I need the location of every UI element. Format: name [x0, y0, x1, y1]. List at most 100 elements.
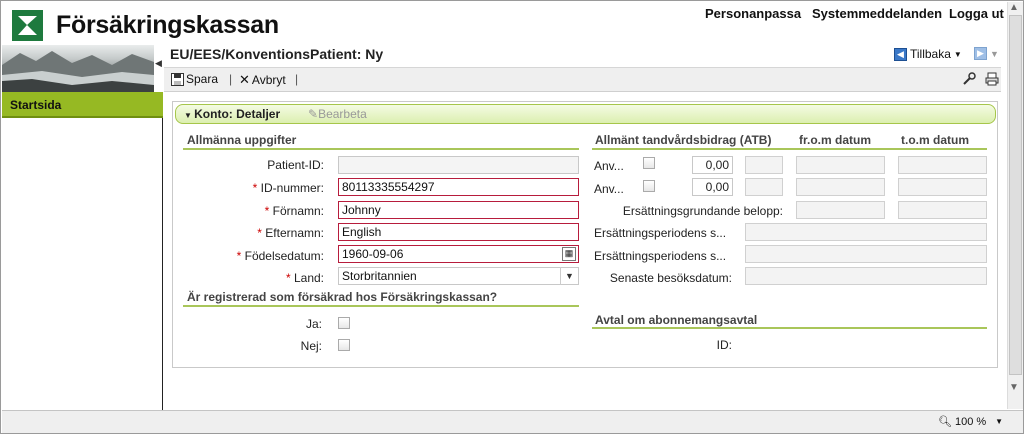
last-name-label: * Efternamn: — [187, 226, 324, 240]
cancel-button[interactable]: ✕ Avbryt — [239, 72, 286, 88]
yes-label: Ja: — [305, 317, 322, 331]
edit-button[interactable]: ✎Bearbeta — [308, 107, 367, 121]
last-visit-label: Senaste besöksdatum: — [609, 271, 732, 285]
to-date-heading: t.o.m datum — [901, 133, 969, 147]
birth-date-label: * Födelsedatum: — [187, 249, 324, 263]
back-arrow-icon: ◀ — [894, 47, 907, 61]
id-number-field[interactable]: 80113335554297 — [338, 178, 579, 196]
last-name-field[interactable]: English — [338, 223, 579, 241]
atb-row1-from-date[interactable] — [796, 156, 885, 174]
required-mark: * — [257, 226, 262, 240]
tools-icon[interactable] — [962, 72, 976, 89]
scroll-up-icon[interactable]: ▲ — [1009, 2, 1019, 13]
calendar-icon[interactable]: ▦ — [562, 247, 576, 261]
chevron-down-icon: ▼ — [995, 417, 1004, 426]
pencil-icon: ✎ — [308, 107, 319, 121]
last-visit-field[interactable] — [745, 267, 987, 285]
country-label: * Land: — [187, 271, 324, 285]
period-end-label: Ersättningsperiodens s... — [594, 249, 727, 263]
cancel-button-label: Avbryt — [251, 73, 286, 87]
systemmeddelanden-link[interactable]: Systemmeddelanden — [812, 6, 942, 21]
atb-section-heading: Allmänt tandvårdsbidrag (ATB) — [595, 133, 772, 147]
subscription-section-heading: Avtal om abonnemangsavtal — [595, 313, 758, 327]
save-icon — [171, 72, 184, 86]
chevron-down-icon: ▼ — [990, 48, 999, 59]
atb-row2-label: Anv... — [594, 182, 624, 196]
close-icon: ✕ — [239, 72, 250, 87]
section-divider — [592, 327, 987, 329]
period-end-field[interactable] — [745, 245, 987, 263]
back-button-label: Tillbaka — [910, 47, 951, 61]
toolbar-separator: | — [295, 72, 299, 86]
save-button[interactable]: Spara — [171, 72, 218, 86]
last-name-label-text: Efternamn: — [265, 226, 324, 240]
subscription-id-label: ID: — [716, 338, 732, 352]
birth-date-label-text: Födelsedatum: — [244, 249, 324, 263]
atb-row2-to-date[interactable] — [898, 178, 987, 196]
collapse-caret-icon: ▼ — [184, 111, 195, 120]
atb-row1-checkbox[interactable] — [643, 157, 655, 169]
basis-amount-label: Ersättningsgrundande belopp: — [622, 204, 783, 218]
section-divider — [183, 305, 579, 307]
country-label-text: Land: — [293, 271, 324, 285]
atb-row1-label: Anv... — [594, 159, 624, 173]
id-number-label-text: ID-nummer: — [260, 181, 324, 195]
country-select[interactable]: Storbritannien — [338, 267, 579, 285]
toolbar — [164, 67, 1001, 92]
atb-row2-field[interactable] — [745, 178, 783, 196]
logout-link[interactable]: Logga ut — [949, 6, 1004, 21]
period-start-label: Ersättningsperiodens s... — [594, 226, 727, 240]
brand-name: Försäkringskassan — [56, 11, 279, 39]
required-mark: * — [264, 204, 270, 218]
back-button[interactable]: ◀ Tillbaka ▼ — [894, 47, 962, 61]
first-name-label: * Förnamn: — [187, 204, 324, 218]
print-icon[interactable] — [985, 72, 999, 89]
patient-id-label: Patient-ID: — [267, 158, 324, 172]
period-start-field[interactable] — [745, 223, 987, 241]
panel-title-label: Konto: Detaljer — [194, 107, 281, 121]
status-bar — [2, 410, 1023, 433]
forsakringskassan-logo-icon — [12, 10, 43, 41]
from-date-heading: fr.o.m datum — [799, 133, 872, 147]
chevron-down-icon[interactable]: ▼ — [560, 267, 578, 285]
id-number-label: * ID-nummer: — [187, 181, 324, 195]
basis-amount-field[interactable] — [796, 201, 885, 219]
required-mark: * — [236, 249, 242, 263]
application-window: Försäkringskassan Personanpassa Systemme… — [0, 0, 1024, 434]
section-divider — [592, 148, 987, 150]
atb-row1-amount[interactable]: 0,00 — [692, 156, 733, 174]
scroll-down-icon[interactable]: ▼ — [1009, 382, 1019, 393]
atb-row2-from-date[interactable] — [796, 178, 885, 196]
insured-section-heading: Är registrerad som försäkrad hos Försäkr… — [187, 290, 498, 304]
page-title: EU/EES/KonventionsPatient: Ny — [170, 46, 384, 62]
no-label: Nej: — [300, 339, 322, 353]
edit-button-label: Bearbeta — [318, 107, 367, 121]
forward-arrow-icon: ▶ — [974, 47, 987, 60]
atb-row1-to-date[interactable] — [898, 156, 987, 174]
scrollbar-thumb[interactable] — [1009, 15, 1022, 375]
collapse-sidebar-icon[interactable]: ◀ — [155, 58, 162, 69]
chevron-down-icon: ▼ — [953, 49, 962, 59]
forward-button[interactable]: ▶ ▼ — [974, 47, 999, 60]
atb-row2-checkbox[interactable] — [643, 180, 655, 192]
personanpassa-link[interactable]: Personanpassa — [705, 6, 801, 21]
sidebar-item-startsida[interactable]: Startsida — [2, 92, 163, 118]
panel-header — [175, 104, 996, 124]
save-button-label: Spara — [186, 72, 219, 86]
required-mark: * — [285, 271, 291, 285]
birth-date-field[interactable]: 1960-09-06 — [338, 245, 579, 263]
zoom-control[interactable]: 🔍︎ 100 % ▼ — [938, 415, 1004, 429]
atb-row2-amount[interactable]: 0,00 — [692, 178, 733, 196]
yes-checkbox[interactable] — [338, 317, 350, 329]
first-name-label-text: Förnamn: — [272, 204, 324, 218]
landscape-banner — [2, 45, 154, 92]
first-name-field[interactable]: Johnny — [338, 201, 579, 219]
zoom-icon: 🔍︎ — [938, 416, 952, 428]
basis-amount-field-2[interactable] — [898, 201, 987, 219]
panel-title[interactable]: ▼ Konto: Detaljer — [184, 107, 280, 121]
patient-id-field[interactable] — [338, 156, 579, 174]
no-checkbox[interactable] — [338, 339, 350, 351]
toolbar-separator: | — [229, 72, 233, 86]
atb-row1-field[interactable] — [745, 156, 783, 174]
section-divider — [183, 148, 579, 150]
